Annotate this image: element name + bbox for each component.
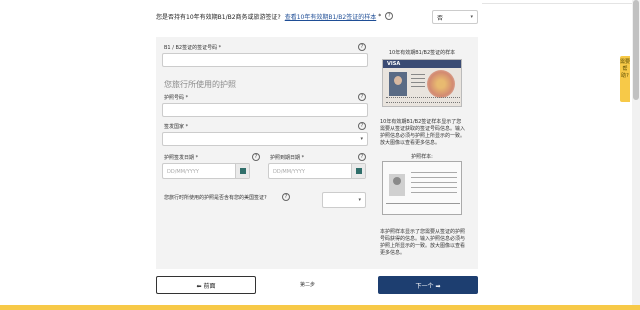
visa-number-input[interactable] — [162, 53, 368, 67]
passport-section-title: 您旅行所使用的护照 — [164, 80, 236, 89]
issue-date-field[interactable]: DD/MM/YYYY — [162, 163, 250, 179]
help-icon[interactable]: ? — [385, 12, 394, 20]
calendar-button[interactable] — [351, 164, 365, 178]
visa-answer-value: 否 — [437, 14, 444, 22]
expiry-date-field[interactable]: DD/MM/YYYY — [268, 163, 366, 179]
bottom-accent-bar — [0, 305, 640, 310]
visa-sample-title: 10年有效期B1/B2签证的样本 — [388, 50, 456, 56]
chevron-down-icon: ▾ — [360, 136, 363, 142]
help-icon[interactable]: ? — [358, 43, 366, 51]
visa-sample-link[interactable]: 查看10年有效期B1/B2签证的样本 — [285, 12, 377, 21]
us-visa-answer-select[interactable]: ▾ — [322, 192, 366, 208]
scrollbar-thumb[interactable] — [633, 0, 639, 100]
help-icon[interactable]: ? — [358, 93, 366, 101]
calendar-icon — [355, 168, 362, 174]
visa-answer-select[interactable]: 否 ▾ — [432, 10, 478, 24]
issuing-country-select[interactable]: ▾ — [162, 132, 368, 146]
calendar-icon — [239, 168, 246, 174]
top-right-divider — [482, 0, 632, 4]
passport-text-lines — [411, 172, 457, 197]
visa-photo — [389, 72, 407, 96]
passport-sample-caption: 本护照样本显示了您需要从签证的护照号码获得的信息。输入护照信息必须与护照上所显示… — [380, 229, 466, 256]
calendar-button[interactable] — [235, 164, 249, 178]
passport-photo — [389, 174, 405, 196]
next-button[interactable]: 下一个 ➡ — [378, 276, 478, 294]
help-icon[interactable]: ? — [252, 153, 260, 161]
visa-mrz — [386, 97, 460, 103]
issue-date-label: 护照签发日期 * — [164, 155, 199, 161]
chevron-down-icon: ▾ — [358, 197, 361, 203]
us-visa-question: 您旅行时所使用的护照是否含有您的美国签证? — [164, 195, 267, 201]
visa-sample-caption: 10年有效期B1/B2签证样本显示了您需要从签证获取的签证号码信息。输入护照信息… — [380, 119, 466, 146]
sample-sidebar: 10年有效期B1/B2签证的样本 VISA 10年有效期B1/B2签证样本显示了… — [376, 45, 468, 265]
passport-number-label: 护照号码 * — [164, 95, 189, 101]
help-icon[interactable]: ? — [358, 153, 366, 161]
passport-sample-image[interactable] — [382, 161, 462, 215]
previous-button[interactable]: ⬅ 前面 — [156, 276, 256, 294]
issue-date-placeholder: DD/MM/YYYY — [167, 169, 199, 175]
issuing-country-label: 签发国家 * — [164, 124, 189, 130]
passport-sample-title: 护照样本: — [411, 154, 433, 160]
passport-mrz — [386, 203, 460, 210]
required-mark: * — [378, 12, 382, 20]
passport-number-input[interactable] — [162, 103, 368, 117]
visa-text-lines — [411, 74, 425, 94]
visa-seal — [427, 70, 455, 98]
visa-number-label: B1 / B2签证的签证号码 * — [164, 45, 222, 51]
visa-question-text: 您是否持有10年有效期B1/B2商务或旅游签证? — [156, 13, 281, 21]
expiry-date-placeholder: DD/MM/YYYY — [273, 169, 305, 175]
help-icon[interactable]: ? — [358, 122, 366, 130]
help-tab[interactable]: 需要帮助? — [620, 56, 630, 102]
help-icon[interactable]: ? — [282, 193, 290, 201]
chevron-down-icon: ▾ — [470, 14, 473, 20]
step-indicator: 第二步 — [300, 282, 316, 288]
visa-header-band: VISA — [383, 60, 461, 68]
expiry-date-label: 护照到期日期 * — [270, 155, 305, 161]
visa-sample-image[interactable]: VISA — [382, 59, 462, 107]
